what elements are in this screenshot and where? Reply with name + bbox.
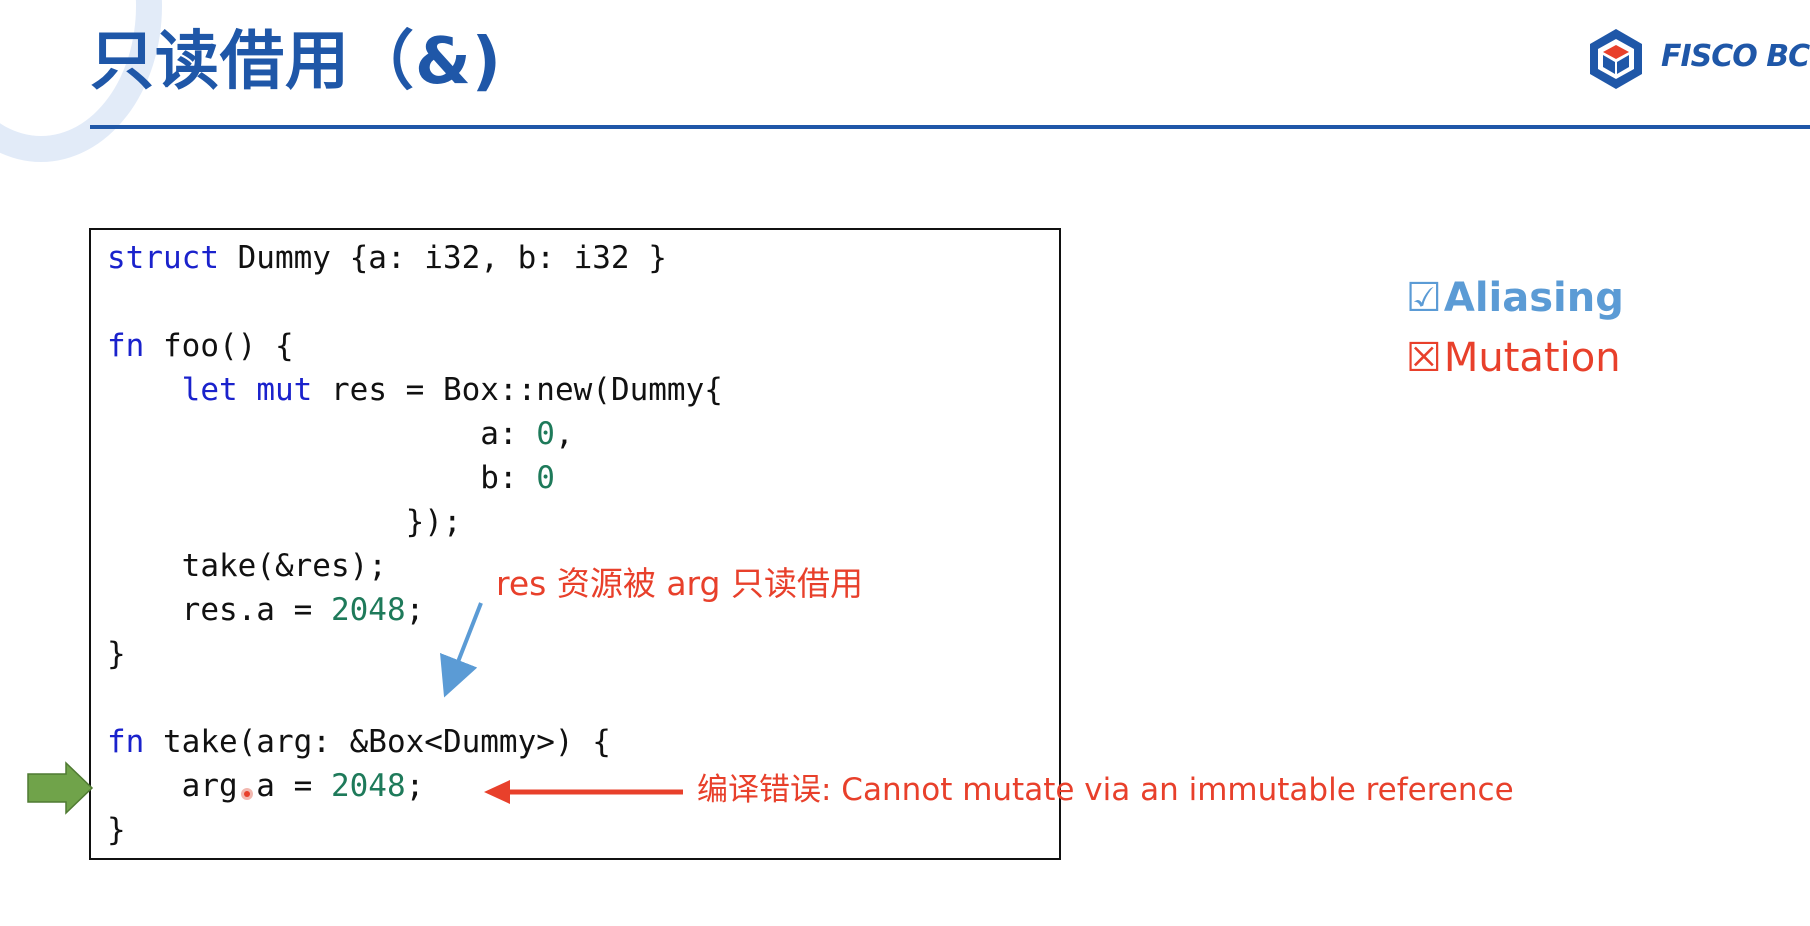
legend-aliasing-label: Aliasing — [1443, 275, 1624, 321]
legend-mutation-label: Mutation — [1443, 335, 1621, 381]
green-pointer-arrow-icon — [27, 761, 94, 815]
blue-arrow-icon — [440, 602, 483, 698]
red-arrow-icon — [484, 780, 683, 804]
cursor-dot-icon — [241, 788, 253, 800]
checkbox-crossed-icon: ☒ — [1406, 335, 1442, 381]
legend-mutation: ☒ Mutation — [1406, 328, 1624, 388]
checkbox-checked-icon: ☑ — [1406, 275, 1442, 321]
legend-aliasing: ☑ Aliasing — [1406, 268, 1624, 328]
legend: ☑ Aliasing ☒ Mutation — [1406, 268, 1624, 388]
annotation-arrows — [27, 602, 683, 815]
